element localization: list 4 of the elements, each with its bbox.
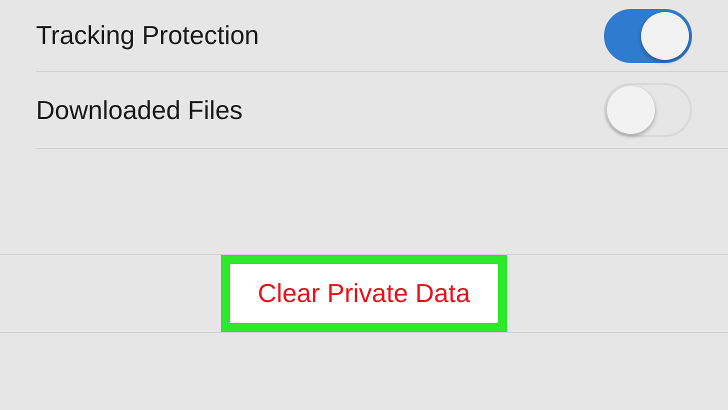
setting-label: Tracking Protection — [36, 19, 260, 52]
toggle-switch[interactable] — [604, 8, 692, 62]
setting-label: Downloaded Files — [36, 94, 243, 126]
clear-private-data-button[interactable]: Clear Private Data — [230, 264, 498, 323]
